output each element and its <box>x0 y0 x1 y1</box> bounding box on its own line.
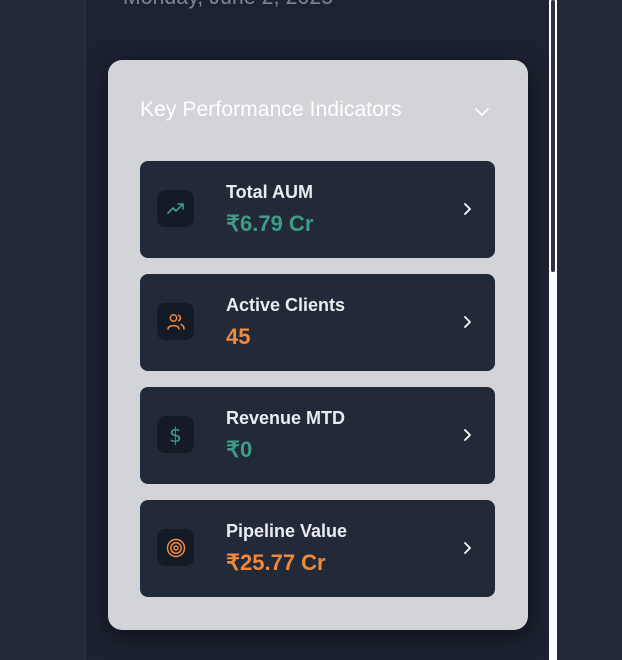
kpi-card-total-aum[interactable]: Total AUM ₹6.79 Cr <box>140 161 495 258</box>
kpi-panel: Key Performance Indicators Total AUM ₹6.… <box>108 60 528 630</box>
kpi-label: Total AUM <box>226 182 313 202</box>
kpi-value: 45 <box>226 324 251 349</box>
trending-up-icon <box>166 202 184 214</box>
kpi-card-pipeline-value[interactable]: Pipeline Value ₹25.77 Cr <box>140 500 495 597</box>
kpi-label: Active Clients <box>226 295 346 315</box>
scrollbar-thumb[interactable] <box>551 0 555 272</box>
kpi-value: ₹0 <box>226 437 253 462</box>
chevron-right-icon <box>464 203 471 215</box>
kpi-panel-title: Key Performance Indicators <box>140 98 402 121</box>
kpi-icon-box <box>157 190 194 227</box>
kpi-icon-box <box>157 303 194 340</box>
kpi-card-revenue-mtd[interactable]: $ Revenue MTD ₹0 <box>140 387 495 484</box>
users-icon <box>166 313 185 330</box>
chevron-right-icon <box>464 542 471 554</box>
kpi-label: Revenue MTD <box>226 408 346 428</box>
scrollbar[interactable] <box>549 0 557 660</box>
header-date: Monday, June 2, 2025 <box>123 0 333 10</box>
chevron-right-icon <box>464 316 471 328</box>
kpi-value: ₹25.77 Cr <box>226 550 326 575</box>
kpi-label: Pipeline Value <box>226 521 348 541</box>
target-icon <box>166 538 185 557</box>
chevron-down-icon[interactable] <box>472 102 492 122</box>
kpi-card-active-clients[interactable]: Active Clients 45 <box>140 274 495 371</box>
dollar-icon: $ <box>169 422 182 447</box>
chevron-right-icon <box>464 429 471 441</box>
kpi-value: ₹6.79 Cr <box>226 211 314 236</box>
kpi-icon-box <box>157 529 194 566</box>
kpi-icon-box: $ <box>157 416 194 453</box>
